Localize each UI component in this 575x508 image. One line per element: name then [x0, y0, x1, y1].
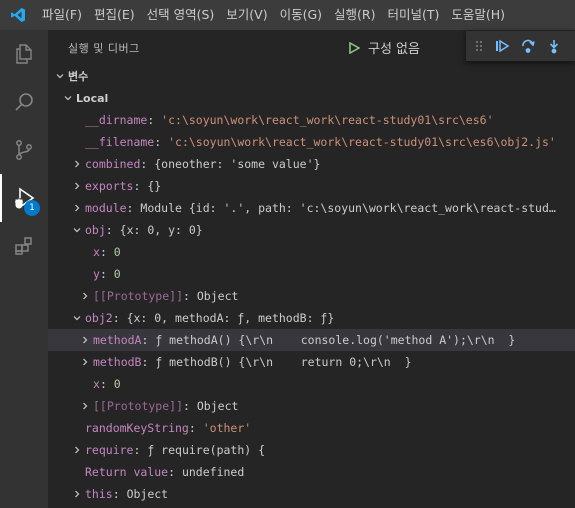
tree-variable-row[interactable]: combined: {oneother: 'some value'} [48, 153, 575, 175]
tree-variable-row[interactable]: [[Prototype]]: Object [48, 285, 575, 307]
variable-value: 'other' [202, 421, 252, 435]
config-label[interactable]: 구성 없음 [368, 38, 420, 57]
tree-variable-row[interactable]: x: 0 [48, 241, 575, 263]
search-icon[interactable] [0, 78, 48, 126]
tree-variable-row[interactable]: __filename: 'c:\soyun\work\react_work\re… [48, 131, 575, 153]
variables-section-header[interactable]: 변수 [48, 65, 575, 87]
variable-value: Module {id: '.', path: 'c:\soyun\work\re… [140, 201, 556, 215]
variable-value: 'c:\soyun\work\react_work\react-study01\… [168, 135, 556, 149]
files-icon[interactable] [0, 30, 48, 78]
variable-name: y [93, 267, 100, 281]
chevron-right-icon[interactable] [69, 178, 85, 194]
variable-value: undefined [181, 465, 245, 479]
source-control-icon[interactable] [0, 126, 48, 174]
menu-selection[interactable]: 선택 영역(S) [141, 0, 221, 30]
variable-value: 0 [113, 267, 121, 281]
variable-name: Return value [85, 465, 169, 479]
tree-variable-row[interactable]: methodA: ƒ methodA() {\r\n console.log('… [48, 329, 575, 351]
tree-variable-row[interactable]: obj: {x: 0, y: 0} [48, 219, 575, 241]
menu-bar: 파일(F) 편집(E) 선택 영역(S) 보기(V) 이동(G) 실행(R) 터… [0, 0, 575, 30]
menu-edit[interactable]: 편집(E) [88, 0, 141, 30]
tree-variable-row[interactable]: require: ƒ require(path) { [48, 439, 575, 461]
chevron-down-icon[interactable] [69, 222, 85, 238]
variable-name: randomKeyString [85, 421, 189, 435]
variable-value: 0 [113, 377, 121, 391]
chevron-right-icon[interactable] [69, 486, 85, 502]
chevron-down-icon[interactable] [69, 310, 85, 326]
tree-variable-row[interactable]: __dirname: 'c:\soyun\work\react_work\rea… [48, 109, 575, 131]
scope-label: Local [76, 91, 109, 105]
sidebar-title: 실행 및 디버그 [68, 41, 140, 55]
menu-file[interactable]: 파일(F) [36, 0, 88, 30]
tree-variable-row[interactable]: this: Object [48, 483, 575, 505]
debug-badge: 1 [24, 200, 40, 216]
menu-go[interactable]: 이동(G) [274, 0, 328, 30]
debug-toolbar [466, 31, 575, 61]
menu-run[interactable]: 실행(R) [328, 0, 381, 30]
continue-icon[interactable] [492, 36, 512, 56]
menu-view[interactable]: 보기(V) [220, 0, 273, 30]
variable-name: __filename [85, 135, 155, 149]
tree-variable-row[interactable]: y: 0 [48, 263, 575, 285]
variable-name: x [93, 377, 100, 391]
chevron-down-icon [52, 68, 68, 84]
chevron-right-icon[interactable] [77, 398, 93, 414]
variable-value: 0 [113, 245, 121, 259]
variable-value: {x: 0, y: 0} [119, 223, 203, 237]
tree-variable-row[interactable]: module: Module {id: '.', path: 'c:\soyun… [48, 197, 575, 219]
variable-value: Object [196, 399, 239, 413]
variable-value: {oneother: 'some value'} [154, 157, 321, 171]
variable-name: require [85, 443, 134, 457]
variable-name: combined [85, 157, 141, 171]
variable-value: Object [196, 289, 239, 303]
tree-scope-local[interactable]: Local [48, 87, 575, 109]
tree-variable-row[interactable]: methodB: ƒ methodB() {\r\n return 0;\r\n… [48, 351, 575, 373]
variable-name: [[Prototype]] [93, 289, 184, 303]
variable-name: x [93, 245, 100, 259]
step-into-icon[interactable] [544, 36, 564, 56]
variables-section-label: 변수 [68, 70, 89, 83]
variable-value: ƒ methodA() {\r\n console.log('method A'… [155, 333, 516, 347]
step-over-icon[interactable] [518, 36, 538, 56]
chevron-right-icon[interactable] [77, 354, 93, 370]
variable-value: 'c:\soyun\work\react_work\react-study01\… [161, 113, 494, 127]
chevron-right-icon[interactable] [69, 442, 85, 458]
menu-terminal[interactable]: 터미널(T) [382, 0, 446, 30]
start-debugging-icon[interactable] [346, 40, 362, 56]
menu-help[interactable]: 도움말(H) [445, 0, 511, 30]
chevron-right-icon[interactable] [77, 288, 93, 304]
chevron-right-icon[interactable] [69, 200, 85, 216]
variable-value: ƒ require(path) { [147, 443, 266, 457]
vscode-logo-icon [0, 0, 36, 30]
launch-config-selector[interactable]: 구성 없음 [346, 38, 420, 57]
variables-tree: Local __dirname: 'c:\soyun\work\react_wo… [48, 87, 575, 505]
activity-bar: 1 [0, 30, 48, 508]
tree-variable-row[interactable]: randomKeyString: 'other' [48, 417, 575, 439]
chevron-down-icon [60, 90, 76, 106]
tree-variable-row[interactable]: obj2: {x: 0, methodA: ƒ, methodB: ƒ} [48, 307, 575, 329]
chevron-right-icon[interactable] [77, 332, 93, 348]
run-debug-icon[interactable]: 1 [0, 174, 48, 222]
variable-name: methodB [93, 355, 142, 369]
drag-grip-icon[interactable] [474, 38, 484, 54]
variable-value: Object [126, 487, 169, 501]
tree-variable-row[interactable]: [[Prototype]]: Object [48, 395, 575, 417]
tree-variable-row[interactable]: x: 0 [48, 373, 575, 395]
tree-variable-row[interactable]: Return value: undefined [48, 461, 575, 483]
variable-value: {x: 0, methodA: ƒ, methodB: ƒ} [126, 311, 335, 325]
variable-name: [[Prototype]] [93, 399, 184, 413]
variable-value: ƒ methodB() {\r\n return 0;\r\n } [155, 355, 412, 369]
variable-value: {} [147, 179, 162, 193]
variable-name: module [85, 201, 127, 215]
variable-name: obj2 [85, 311, 113, 325]
variable-name: __dirname [85, 113, 148, 127]
variable-name: exports [85, 179, 134, 193]
variable-name: methodA [93, 333, 142, 347]
chevron-right-icon[interactable] [69, 156, 85, 172]
variable-name: this [85, 487, 113, 501]
extensions-icon[interactable] [0, 222, 48, 270]
variable-name: obj [85, 223, 106, 237]
tree-variable-row[interactable]: exports: {} [48, 175, 575, 197]
